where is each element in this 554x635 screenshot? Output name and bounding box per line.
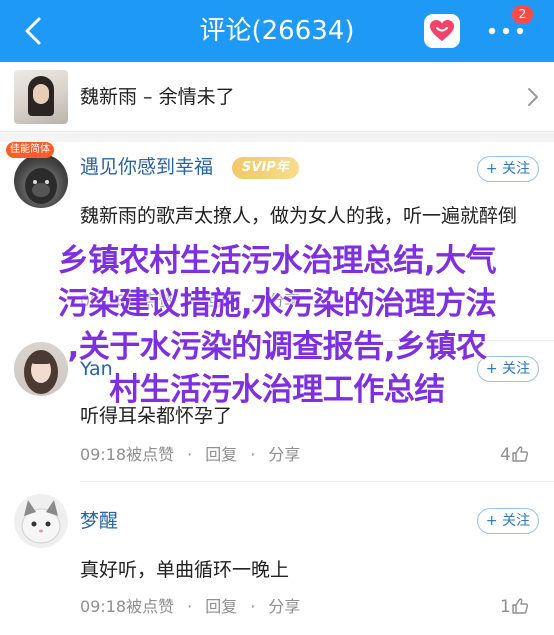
- overlay-line: 乡镇农村生活污水治理总结,大气: [57, 243, 497, 279]
- gorilla-icon: [25, 168, 57, 204]
- like-count-value: 1: [500, 597, 511, 617]
- thumbs-up-icon: [512, 446, 528, 462]
- comment-item: 梦醒 + 关注 真好听，单曲循环一晚上 09:18被点赞 · 回复 · 分享 1: [0, 482, 554, 635]
- follow-button[interactable]: + 关注: [477, 156, 539, 182]
- overlay-line: 村生活污水治理工作总结: [109, 372, 445, 408]
- follow-button[interactable]: + 关注: [477, 508, 539, 534]
- song-row[interactable]: 魏新雨 – 余情未了: [0, 62, 554, 132]
- svip-badge: SVIP年: [232, 157, 299, 179]
- like-count-value: 4: [500, 445, 511, 465]
- share-button[interactable]: 分享: [268, 596, 300, 618]
- comment-meta: 09:18被点赞 · 回复 · 分享: [80, 444, 301, 466]
- comment-time: 09:18: [80, 597, 127, 616]
- like-count[interactable]: 1: [500, 596, 529, 618]
- song-cover-image: [14, 70, 68, 124]
- user-avatar[interactable]: [14, 154, 68, 208]
- comment-meta: 09:18被点赞 · 回复 · 分享: [80, 596, 301, 618]
- comment-time: 09:18: [80, 445, 127, 464]
- top-bar: 评论(26634) 2: [0, 0, 554, 62]
- section-gap: [0, 132, 554, 142]
- cat-icon: [21, 500, 61, 544]
- like-label: 被点赞: [126, 445, 175, 464]
- comment-username[interactable]: 遇见你感到幸福: [80, 154, 213, 180]
- comment-text: 真好听，单曲循环一晚上: [80, 559, 290, 581]
- like-count[interactable]: 4: [500, 444, 529, 466]
- comment-text: 魏新雨的歌声太撩人，做为女人的我，听一遍就醉倒: [80, 205, 518, 227]
- page-title: 评论(26634): [199, 16, 355, 46]
- like-label: 被点赞: [126, 597, 175, 616]
- share-button[interactable]: 分享: [268, 444, 300, 466]
- reply-button[interactable]: 回复: [205, 596, 237, 618]
- reply-button[interactable]: 回复: [205, 444, 237, 466]
- overlay-line: ,关于水污染的调查报告,乡镇农: [67, 329, 487, 365]
- user-avatar[interactable]: [14, 494, 68, 548]
- notification-badge: 2: [512, 5, 533, 24]
- thumbs-up-icon: [512, 598, 528, 614]
- overlay-headline: 乡镇农村生活污水治理总结,大气 污染建议措施,水污染的治理方法 ,关于水污染的调…: [0, 240, 554, 412]
- song-title: 魏新雨 – 余情未了: [80, 86, 235, 108]
- favorite-button[interactable]: [424, 14, 460, 48]
- avatar-badge: 佳能简体: [6, 142, 54, 158]
- overlay-line: 污染建议措施,水污染的治理方法: [57, 286, 497, 322]
- chevron-right-icon: [528, 88, 538, 106]
- comment-username[interactable]: 梦醒: [80, 508, 118, 534]
- heart-icon: [430, 20, 454, 41]
